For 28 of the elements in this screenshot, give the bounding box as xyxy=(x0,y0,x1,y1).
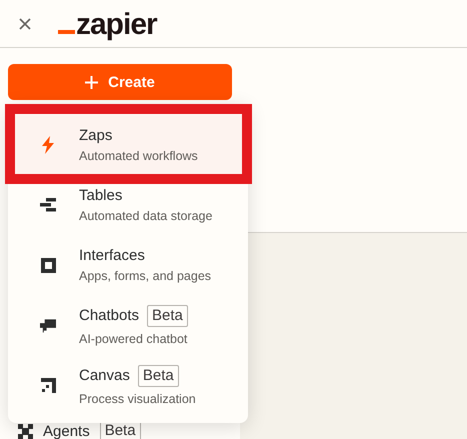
corner-icon xyxy=(40,378,56,392)
agent-icon xyxy=(18,424,33,438)
menu-item[interactable]: Tables Automated data storage xyxy=(14,175,242,235)
menu-item-title: Zaps xyxy=(79,127,112,144)
table-icon xyxy=(40,198,56,212)
plus-icon xyxy=(85,76,98,88)
menu-item-title: Chatbots xyxy=(79,307,140,324)
menu-item[interactable]: Interfaces Apps, forms, and pages xyxy=(14,235,242,295)
menu-item-description: Apps, forms, and pages xyxy=(79,269,212,283)
menu-item[interactable]: Zaps Automated workflows xyxy=(14,115,242,175)
chat-bubble-icon xyxy=(40,318,56,332)
menu-item-title: Canvas xyxy=(79,367,130,384)
menu-item-description: AI-powered chatbot xyxy=(79,332,188,346)
menu-item-title: Interfaces xyxy=(79,247,145,264)
menu-item[interactable]: Chatbots Beta AI-powered chatbot xyxy=(14,295,242,355)
close-button[interactable] xyxy=(18,16,32,30)
window-icon xyxy=(40,258,56,272)
menu-item-description: Automated data storage xyxy=(79,209,212,223)
close-icon xyxy=(18,16,32,30)
menu-item-title: Tables xyxy=(79,187,122,204)
sidebar-item[interactable]: Agents xyxy=(43,422,90,439)
lightning-icon xyxy=(41,136,55,154)
logo[interactable]: zapier xyxy=(58,8,157,38)
menu-item[interactable]: Canvas Beta Process visualization xyxy=(14,355,242,415)
menu-item-description: Automated workflows xyxy=(79,149,198,163)
menu-item-description: Process visualization xyxy=(79,392,196,406)
beta-tag: Beta xyxy=(138,364,179,386)
beta-tag: Beta xyxy=(147,304,188,326)
